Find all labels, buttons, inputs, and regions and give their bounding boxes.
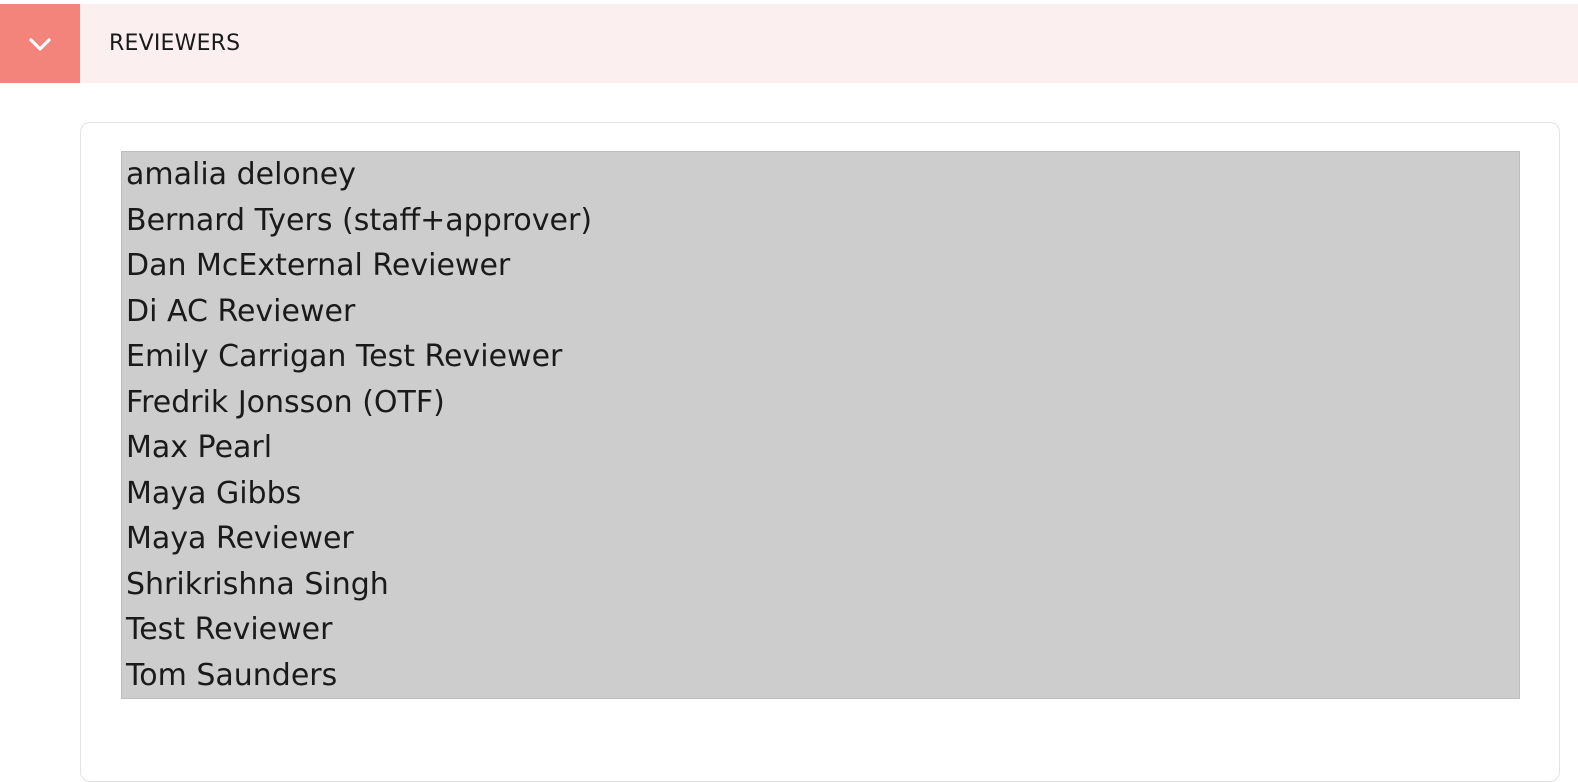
section-title: REVIEWERS <box>109 31 241 56</box>
reviewer-option[interactable]: Maya Reviewer <box>122 516 1519 562</box>
reviewer-option[interactable]: Max Pearl <box>122 425 1519 471</box>
chevron-down-icon <box>29 37 51 51</box>
reviewer-option[interactable]: Dan McExternal Reviewer <box>122 243 1519 289</box>
reviewer-option[interactable]: Emily Carrigan Test Reviewer <box>122 334 1519 380</box>
reviewer-option[interactable]: Tom Saunders <box>122 653 1519 699</box>
reviewer-option[interactable]: Bernard Tyers (staff+approver) <box>122 198 1519 244</box>
reviewers-section-header: REVIEWERS <box>0 4 1578 83</box>
collapse-toggle-button[interactable] <box>0 4 80 83</box>
reviewer-option[interactable]: Fredrik Jonsson (OTF) <box>122 380 1519 426</box>
reviewer-option[interactable]: Di AC Reviewer <box>122 289 1519 335</box>
reviewer-option[interactable]: amalia deloney <box>122 152 1519 198</box>
reviewers-multiselect[interactable]: amalia deloney Bernard Tyers (staff+appr… <box>121 151 1520 699</box>
reviewer-option[interactable]: Maya Gibbs <box>122 471 1519 517</box>
reviewer-option[interactable]: Test Reviewer <box>122 607 1519 653</box>
reviewer-option[interactable]: Shrikrishna Singh <box>122 562 1519 608</box>
